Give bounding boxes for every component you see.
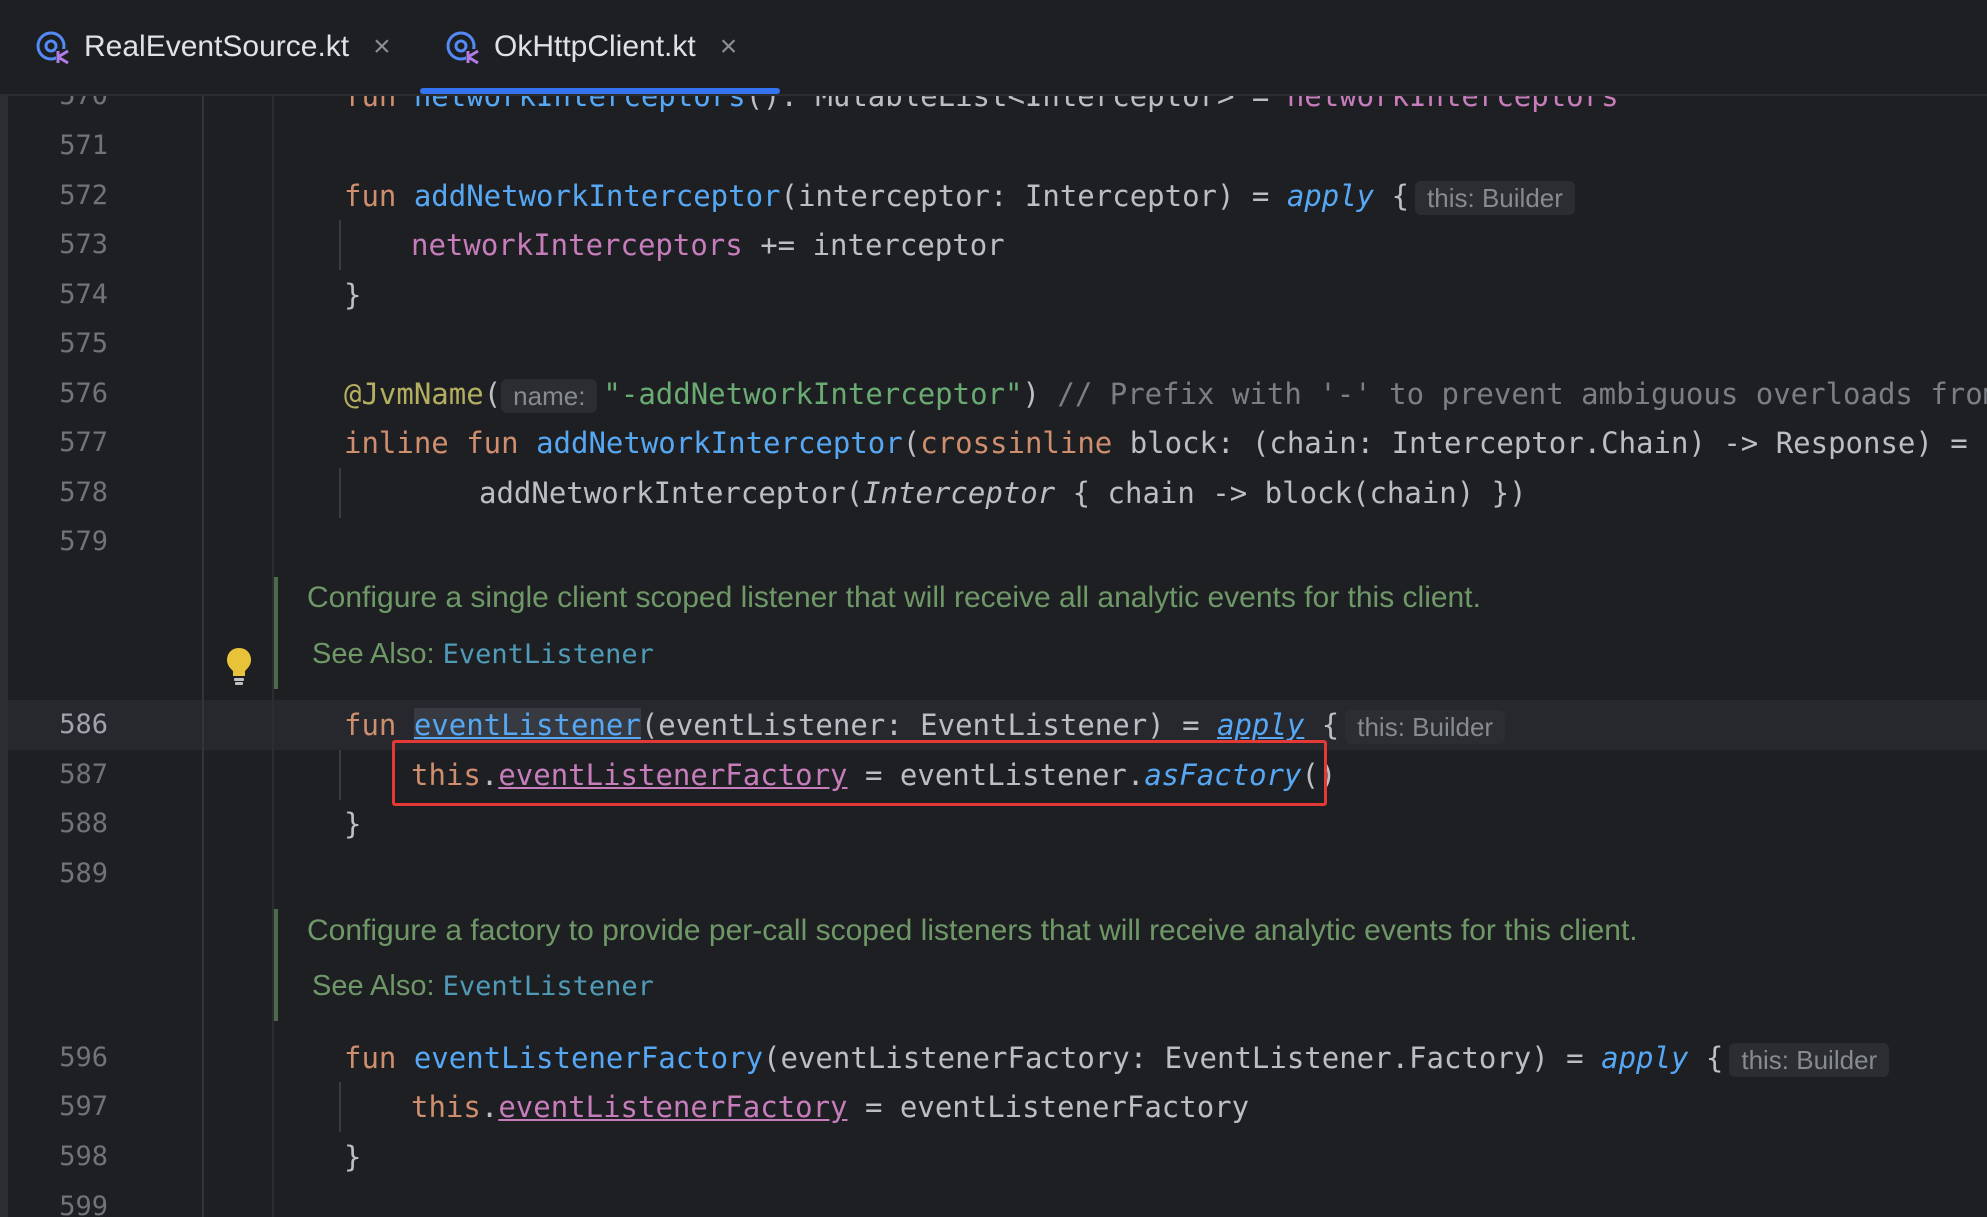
doc-see-also: See Also: EventListener (312, 970, 654, 1002)
indent-guide (339, 1082, 341, 1132)
doc-see-also: See Also: EventListener (312, 638, 654, 670)
line-number: 579 (59, 526, 108, 557)
code-line-598: } (344, 1140, 362, 1174)
doc-comment-bar (274, 909, 278, 1021)
inlay-hint: this: Builder (1345, 710, 1506, 744)
line-number: 599 (59, 1191, 108, 1217)
code-line-573: networkInterceptors += interceptor (411, 228, 1005, 262)
tab-label: RealEventSource.kt (84, 30, 350, 63)
code-line-578: addNetworkInterceptor(Interceptor { chai… (479, 476, 1527, 510)
line-number: 570 (20, 96, 108, 121)
close-icon[interactable]: × (720, 30, 738, 64)
code-line-572: fun addNetworkInterceptor(interceptor: I… (344, 171, 1575, 221)
code-line-596: fun eventListenerFactory(eventListenerFa… (344, 1033, 1890, 1083)
kotlin-class-icon (446, 31, 480, 65)
highlight-box (392, 740, 1327, 806)
code-editor[interactable]: 570 571 572 573 574 575 576 577 578 579 … (0, 96, 1987, 1217)
doc-comment-bar (274, 577, 278, 689)
gutter-edge (0, 96, 8, 1217)
code-line-577: inline fun addNetworkInterceptor(crossin… (344, 426, 1968, 460)
line-number: 587 (59, 759, 108, 790)
line-number: 572 (59, 180, 108, 211)
tab-label: OkHttpClient.kt (494, 30, 696, 63)
line-number: 578 (59, 477, 108, 508)
code-line-570: fun networkInterceptors(): MutableList<I… (344, 96, 1619, 113)
indent-guide (339, 468, 341, 518)
tab-okhttpclient[interactable]: OkHttpClient.kt × (446, 0, 737, 94)
doc-comment-text: Configure a factory to provide per-call … (307, 914, 1638, 947)
line-number: 586 (59, 709, 108, 740)
line-number: 597 (59, 1091, 108, 1122)
lightbulb-icon[interactable] (225, 646, 253, 686)
line-number: 577 (59, 427, 108, 458)
inlay-hint: this: Builder (1415, 181, 1575, 215)
line-number: 576 (59, 378, 108, 409)
tab-realeventsource[interactable]: RealEventSource.kt × (36, 0, 391, 94)
line-number: 596 (59, 1042, 108, 1073)
doc-link-eventlistener[interactable]: EventListener (443, 971, 654, 1002)
editor-tab-bar: RealEventSource.kt × OkHttpClient.kt × (0, 0, 1987, 96)
indent-guide (339, 220, 341, 270)
code-line-574: } (344, 278, 362, 312)
line-number: 571 (59, 130, 108, 161)
line-number: 588 (59, 808, 108, 839)
line-number: 574 (59, 279, 108, 310)
line-number: 589 (59, 858, 108, 889)
doc-comment-text: Configure a single client scoped listene… (307, 581, 1481, 614)
indent-guide (339, 750, 341, 800)
gutter-divider (202, 96, 204, 1217)
kotlin-class-icon (36, 31, 70, 65)
code-line-576: @JvmName(name: "-addNetworkInterceptor") … (344, 377, 1987, 413)
close-icon[interactable]: × (373, 30, 391, 64)
doc-link-eventlistener[interactable]: EventListener (443, 639, 654, 670)
inlay-hint: this: Builder (1729, 1043, 1890, 1077)
line-number: 573 (59, 229, 108, 260)
active-tab-indicator (420, 88, 780, 94)
code-line-588: } (344, 807, 362, 841)
line-number: 598 (59, 1141, 108, 1172)
line-number: 575 (59, 328, 108, 359)
inlay-hint: name: (501, 379, 598, 413)
code-line-597: this.eventListenerFactory = eventListene… (411, 1090, 1250, 1124)
